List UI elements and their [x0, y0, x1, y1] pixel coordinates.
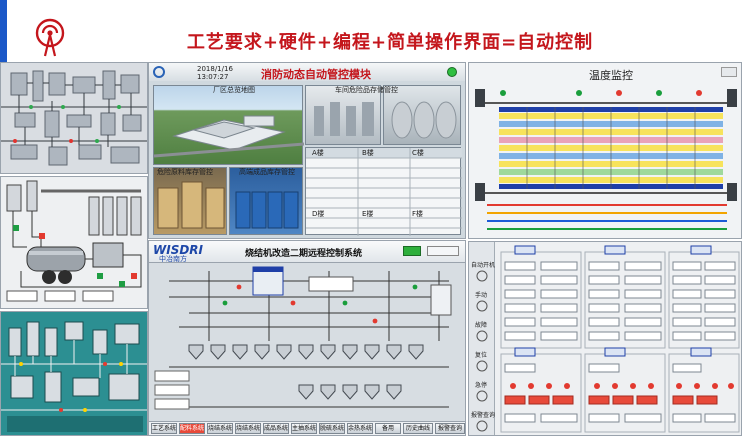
finished-goods-warehouse-photo[interactable] [229, 167, 303, 235]
room-title-3: 高端成品库存管控 [239, 168, 295, 176]
kiln-schematic-diagram [1, 177, 147, 308]
fire-panel-title: 消防动态自动管控模块 [261, 68, 371, 81]
tab-spare[interactable]: 备用 [375, 423, 401, 434]
status-green-icon [447, 67, 457, 77]
table-cell-6: F楼 [412, 210, 424, 218]
storage-tank-drawing [391, 101, 457, 139]
water-treatment-diagram [1, 312, 147, 435]
workshop-photo[interactable] [305, 85, 381, 145]
sintering-control-panel: WISDRI 中冶南方 烧结机改造二期远程控制系统 工艺系统 配料系统 烧结系统… [148, 240, 466, 436]
tab-batching-system[interactable]: 配料系统 [179, 423, 205, 434]
table-grid [306, 148, 462, 236]
room-title-2: 危险原料库存管控 [157, 168, 213, 176]
workshop-drawing [314, 102, 374, 136]
sinter-process-diagram [154, 266, 452, 410]
map-title: 厂区总览地图 [213, 86, 255, 94]
shield-logo-icon [153, 66, 165, 78]
kiln-schematic-panel [0, 176, 148, 309]
water-treatment-panel [0, 311, 148, 436]
temperature-monitor-panel: 温度监控 [468, 62, 742, 239]
equipment-control-panel: 自动开机 手动 故障 复位 急停 报警查询 [468, 241, 742, 436]
tab-product-system[interactable]: 成品系统 [263, 423, 289, 434]
table-cell-5: E楼 [362, 210, 374, 218]
screenshot-root: 工艺要求+硬件+编程+简单操作界面=自动控制 2018/1/16 13:07:2… [0, 0, 742, 436]
tab-alarm-query[interactable]: 报警查询 [435, 423, 465, 434]
barrels-drawing [235, 191, 299, 229]
tab-process-system[interactable]: 工艺系统 [151, 423, 177, 434]
tab-sinter-system-1[interactable]: 烧结系统 [207, 423, 233, 434]
fire-panel-time: 13:07:27 [197, 73, 229, 81]
antenna-broadcast-icon [35, 18, 65, 57]
process-flow-diagram [1, 63, 147, 173]
factory-map-drawing [153, 115, 305, 158]
storage-tank-photo[interactable] [383, 85, 461, 145]
fire-control-panel: 2018/1/16 13:07:27 消防动态自动管控模块 厂区总览地图 车间危… [148, 62, 466, 239]
raw-material-warehouse-photo[interactable] [153, 167, 227, 235]
tab-history-curve[interactable]: 历史曲线 [403, 423, 433, 434]
room-title-1: 车间危险品存储管控 [335, 86, 398, 94]
fire-panel-date: 2018/1/16 [197, 65, 233, 73]
storage-data-table: A楼 B楼 C楼 D楼 E楼 F楼 [305, 147, 462, 236]
tab-main-fan-system[interactable]: 主抽系统 [291, 423, 317, 434]
tab-waste-heat-system[interactable]: 余热系统 [347, 423, 373, 434]
table-cell-4: D楼 [312, 210, 325, 218]
process-flow-panel [0, 62, 148, 174]
factory-aerial-map[interactable] [153, 85, 305, 165]
tab-desulfur-system[interactable]: 脱硫系统 [319, 423, 345, 434]
tab-sinter-system-2[interactable]: 烧结系统 [235, 423, 261, 434]
warehouse-drawing [157, 181, 225, 229]
temperature-diagram [475, 89, 737, 230]
control-grid-diagram [500, 245, 740, 433]
page-headline: 工艺要求+硬件+编程+简单操作界面=自动控制 [186, 32, 594, 53]
